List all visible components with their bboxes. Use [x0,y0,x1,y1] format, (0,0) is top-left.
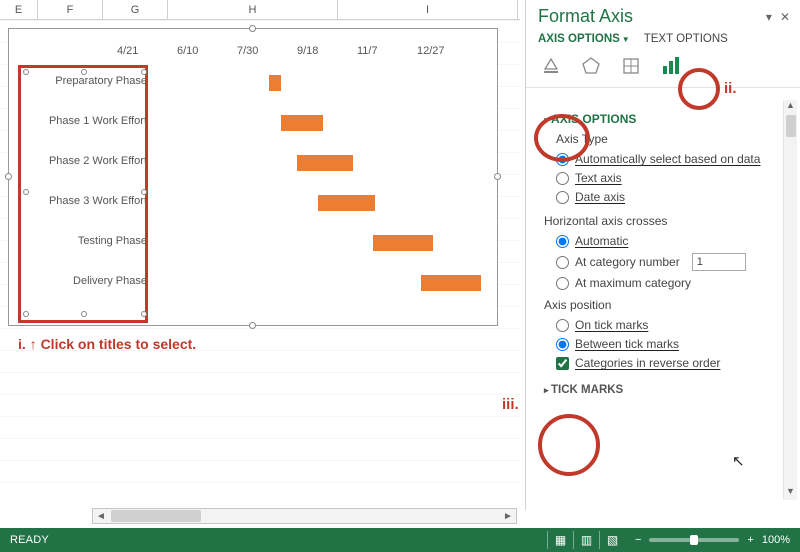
scroll-thumb[interactable] [111,510,201,522]
tab-axis-options-label: AXIS OPTIONS [538,33,620,45]
effects-icon[interactable] [578,53,604,79]
x-axis-ticks[interactable]: 4/21 6/10 7/30 9/18 11/7 12/27 [117,45,477,57]
category-number-input[interactable]: 1 [692,253,746,271]
opt-between-tick[interactable]: Between tick marks [556,337,778,351]
cursor-icon: ↖ [732,452,745,470]
opt-text-axis-label: Text axis [575,171,622,185]
opt-at-category-number[interactable]: At category number 1 [556,253,778,271]
radio-on-tick[interactable] [556,319,569,332]
opt-between-tick-label: Between tick marks [575,337,679,351]
col-header-H[interactable]: H [168,0,338,19]
opt-at-category-number-label: At category number [575,255,680,269]
status-bar: READY ▦ ▥ ▧ − + 100% [0,528,800,552]
opt-at-max-category-label: At maximum category [575,276,691,290]
zoom-percent[interactable]: 100% [762,534,790,546]
col-header-I[interactable]: I [338,0,518,19]
size-properties-icon[interactable] [618,53,644,79]
opt-auto-select[interactable]: Automatically select based on data [556,152,778,166]
zoom-out-button[interactable]: − [635,534,641,546]
radio-between-tick[interactable] [556,338,569,351]
gantt-chart[interactable]: 4/21 6/10 7/30 9/18 11/7 12/27 Preparato… [8,28,498,326]
x-tick: 12/27 [417,45,477,57]
axis-options-icon[interactable] [658,53,684,79]
annotation-iii-label: iii. [502,396,519,413]
radio-at-category-number[interactable] [556,256,569,269]
horizontal-axis-crosses-label: Horizontal axis crosses [544,214,778,228]
opt-text-axis[interactable]: Text axis [556,171,778,185]
scroll-left-button[interactable]: ◄ [93,509,109,523]
view-normal-button[interactable]: ▦ [547,531,573,549]
x-tick: 7/30 [237,45,297,57]
radio-auto-select[interactable] [556,153,569,166]
format-axis-pane: Format Axis ▾ ✕ AXIS OPTIONS▼ TEXT OPTIO… [525,0,800,510]
column-headers: E F G H I [0,0,520,20]
tab-axis-options[interactable]: AXIS OPTIONS▼ [538,33,630,45]
zoom-in-button[interactable]: + [747,534,753,546]
chart-resize-handle[interactable] [5,173,12,180]
annotation-i-text: i. ↑ Click on titles to select. [18,336,196,352]
opt-date-axis[interactable]: Date axis [556,190,778,204]
gantt-bar[interactable] [281,115,323,131]
arrow-up-icon: ↑ [30,336,37,352]
gantt-bar[interactable] [269,75,281,91]
spreadsheet-grid[interactable]: 4/21 6/10 7/30 9/18 11/7 12/27 Preparato… [0,20,520,500]
view-page-break-button[interactable]: ▧ [599,531,625,549]
col-header-G[interactable]: G [103,0,168,19]
axis-position-label: Axis position [544,298,778,312]
chart-resize-handle[interactable] [494,173,501,180]
opt-automatic[interactable]: Automatic [556,234,778,248]
fill-line-icon[interactable] [538,53,564,79]
pane-close-icon[interactable]: ✕ [780,10,790,24]
x-tick: 9/18 [297,45,357,57]
opt-reverse-order[interactable]: Categories in reverse order [556,356,778,370]
view-page-layout-button[interactable]: ▥ [573,531,599,549]
col-header-F[interactable]: F [38,0,103,19]
tab-text-options[interactable]: TEXT OPTIONS [644,33,728,45]
group-axis-options[interactable]: AXIS OPTIONS [544,112,778,126]
opt-at-max-category[interactable]: At maximum category [556,276,778,290]
chart-resize-handle[interactable] [249,25,256,32]
axis-type-label: Axis Type [556,132,778,146]
opt-automatic-label: Automatic [575,234,628,248]
pane-vertical-scrollbar[interactable]: ▲ ▼ [783,100,797,500]
gantt-bar[interactable] [318,195,375,211]
horizontal-scrollbar[interactable]: ◄ ► [92,508,517,524]
zoom-knob[interactable] [690,535,698,545]
annotation-ii-label: ii. [724,80,737,97]
col-header-E[interactable]: E [0,0,38,19]
pane-title: Format Axis [538,6,633,27]
radio-text-axis[interactable] [556,172,569,185]
opt-auto-select-label: Automatically select based on data [575,152,760,166]
radio-at-max-category[interactable] [556,277,569,290]
scroll-track[interactable] [109,509,500,523]
scroll-down-button[interactable]: ▼ [784,486,797,500]
radio-automatic[interactable] [556,235,569,248]
gantt-bar[interactable] [373,235,433,251]
x-tick: 4/21 [117,45,177,57]
radio-date-axis[interactable] [556,191,569,204]
axis-selection-handles [27,73,143,313]
gantt-bar[interactable] [421,275,481,291]
pane-body: AXIS OPTIONS Axis Type Automatically sel… [526,100,800,510]
pane-options-icon[interactable]: ▾ [766,10,772,24]
scroll-up-button[interactable]: ▲ [784,100,797,114]
x-tick: 6/10 [177,45,237,57]
opt-on-tick-label: On tick marks [575,318,648,332]
checkbox-reverse-order[interactable] [556,357,569,370]
annotation-i-prefix: i. [18,336,26,352]
opt-date-axis-label: Date axis [575,190,625,204]
x-tick: 11/7 [357,45,417,57]
gantt-bar[interactable] [297,155,353,171]
status-ready: READY [0,534,49,546]
opt-on-tick[interactable]: On tick marks [556,318,778,332]
opt-reverse-order-label: Categories in reverse order [575,356,720,370]
zoom-slider[interactable]: − + 100% [635,534,790,546]
annotation-i-body: Click on titles to select. [41,336,197,352]
group-tick-marks[interactable]: TICK MARKS [544,384,778,396]
scroll-right-button[interactable]: ► [500,509,516,523]
chart-resize-handle[interactable] [249,322,256,329]
pane-scroll-thumb[interactable] [786,115,796,137]
pane-icon-row [526,51,800,88]
